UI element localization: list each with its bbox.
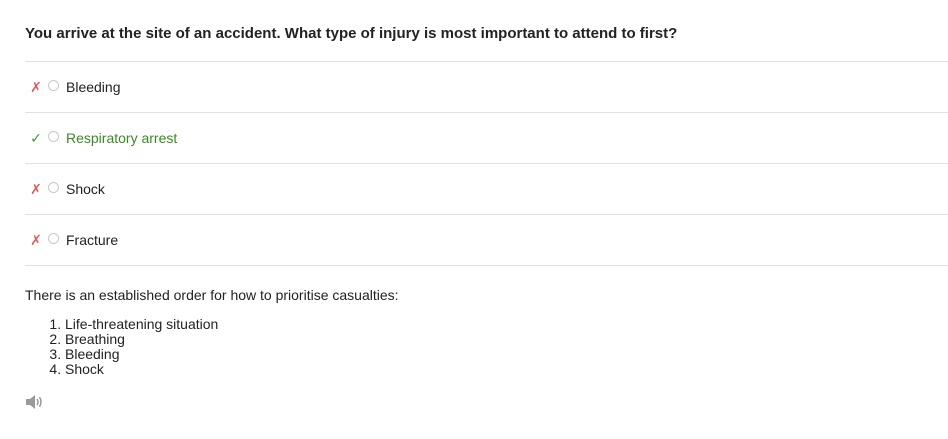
option-label: Bleeding	[66, 79, 121, 95]
option-shock[interactable]: ✗ Shock	[25, 163, 948, 214]
option-respiratory-arrest[interactable]: ✓ Respiratory arrest	[25, 112, 948, 163]
list-item: Shock	[65, 362, 399, 377]
option-label: Shock	[66, 181, 105, 197]
explanation-intro: There is an established order for how to…	[25, 287, 399, 303]
option-fracture[interactable]: ✗ Fracture	[25, 214, 948, 266]
radio-button[interactable]	[48, 182, 59, 193]
speaker-icon[interactable]	[24, 393, 44, 411]
option-label: Respiratory arrest	[66, 130, 178, 146]
question-text: You arrive at the site of an accident. W…	[25, 25, 678, 42]
priority-list: Life-threatening situation Breathing Ble…	[25, 317, 399, 377]
radio-button[interactable]	[48, 131, 59, 142]
radio-button[interactable]	[48, 233, 59, 244]
list-item: Life-threatening situation	[65, 317, 399, 332]
explanation: There is an established order for how to…	[25, 287, 399, 377]
option-bleeding[interactable]: ✗ Bleeding	[25, 61, 948, 112]
answer-options: ✗ Bleeding ✓ Respiratory arrest ✗ Shock …	[25, 61, 948, 266]
x-mark-icon: ✗	[30, 79, 42, 95]
option-label: Fracture	[66, 232, 119, 248]
list-item: Bleeding	[65, 347, 399, 362]
check-mark-icon: ✓	[30, 130, 42, 146]
list-item: Breathing	[65, 332, 399, 347]
radio-button[interactable]	[48, 80, 59, 91]
x-mark-icon: ✗	[30, 232, 42, 248]
x-mark-icon: ✗	[30, 181, 42, 197]
